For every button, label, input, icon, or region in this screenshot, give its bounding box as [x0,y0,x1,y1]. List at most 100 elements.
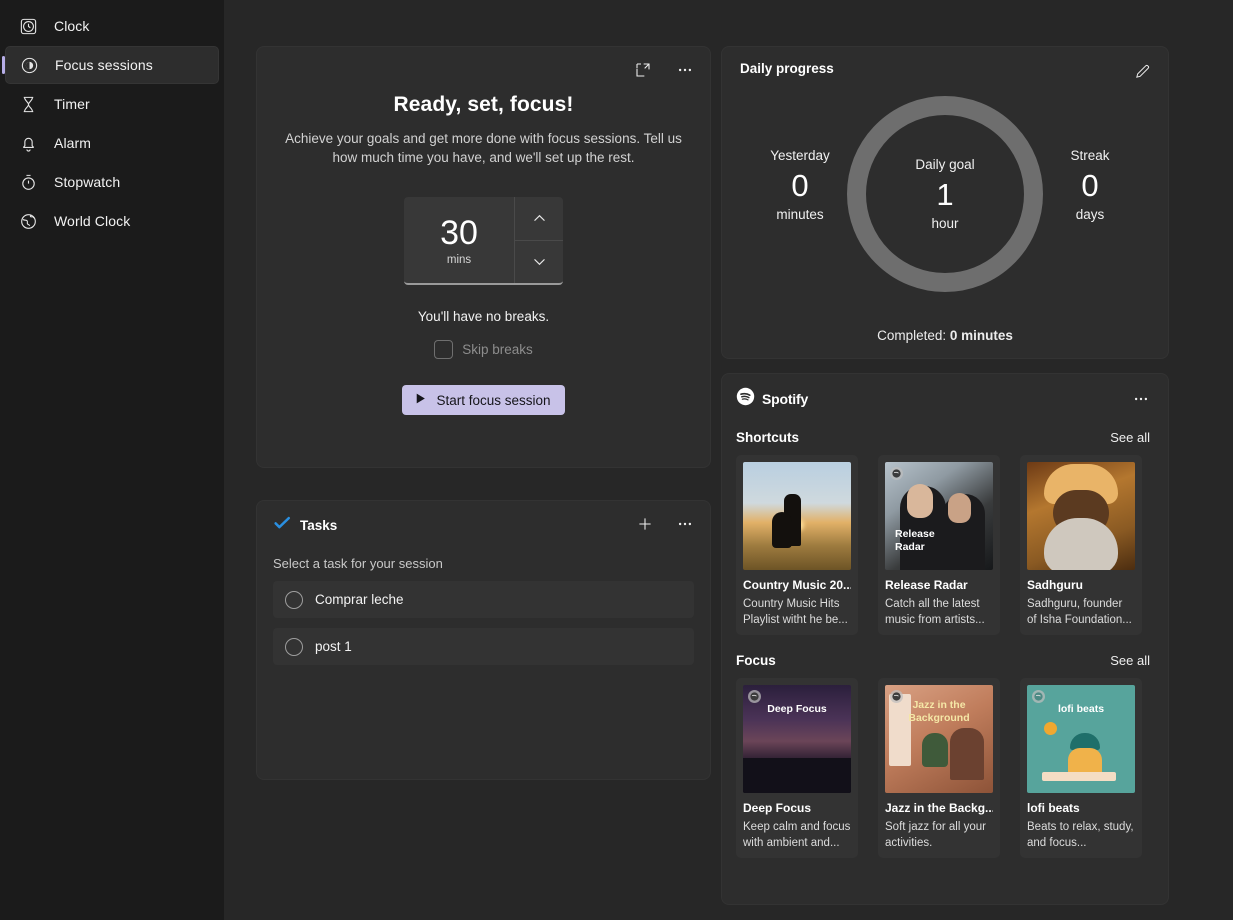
artwork-text: Deep Focus [767,703,827,715]
start-focus-session-button[interactable]: Start focus session [402,385,565,415]
artwork-text: Jazz in the Background [908,699,970,724]
playlist-title: Deep Focus [743,801,812,815]
playlist-description: Sadhguru, founder of Isha Foundation... [1027,598,1132,626]
hourglass-icon [17,93,39,115]
sidebar-navigation: Clock Focus sessions Timer Alarm Stopwat… [0,0,224,920]
spotify-badge-icon [748,690,761,703]
skip-breaks-row[interactable]: Skip breaks [273,340,694,359]
daily-goal-stat: Daily goal 1 hour [847,96,1043,292]
duration-value: 30 [440,213,478,252]
sidebar-item-label: Focus sessions [55,57,153,73]
sidebar-item-stopwatch[interactable]: Stopwatch [5,163,219,201]
playlist-artwork [1027,462,1135,570]
shortcuts-title: Shortcuts [736,430,800,445]
playlist-description: Beats to relax, study, and focus... [1027,821,1134,849]
shortcuts-section-header: Shortcuts See all [736,430,1154,445]
focus-sessions-icon [18,54,40,76]
play-icon [414,392,427,408]
spotify-badge-icon [890,467,903,480]
chevron-up-icon[interactable] [515,197,563,240]
playlist-tile[interactable]: lofi beats lofi beats Beats to relax, st… [1020,678,1142,858]
playlist-artwork: Deep Focus [743,685,851,793]
tasks-card: Tasks Select a task for your session Com… [256,500,711,780]
focus-card-subtitle: Achieve your goals and get more done wit… [285,131,682,165]
mini-view-icon[interactable] [630,57,656,83]
playlist-tile[interactable]: Sadhguru Sadhguru, founder of Isha Found… [1020,455,1142,635]
sidebar-item-label: Stopwatch [54,174,121,190]
clock-app-window: Clock Focus sessions Timer Alarm Stopwat… [0,0,1233,920]
globe-icon [17,210,39,232]
focus-see-all-link[interactable]: See all [1110,653,1150,668]
completed-prefix: Completed: [877,328,950,343]
tasks-header: Tasks [273,513,694,537]
shortcuts-see-all-link[interactable]: See all [1110,430,1150,445]
playlist-tile[interactable]: Jazz in the Background Jazz in the Backg… [878,678,1000,858]
stopwatch-icon [17,171,39,193]
completed-value: 0 minutes [949,328,1013,343]
playlist-artwork: lofi beats [1027,685,1135,793]
tasks-hint: Select a task for your session [273,556,443,571]
playlist-title: Country Music 20... [743,578,851,592]
shortcuts-tiles: Country Music 20... Country Music Hits P… [736,455,1154,635]
daily-progress-card: Daily progress Daily goal 1 hour Yesterd… [721,46,1169,359]
more-options-icon[interactable] [672,57,698,83]
streak-label: Streak [1070,148,1110,163]
sidebar-item-label: Clock [54,18,90,34]
main-content: Ready, set, focus! Achieve your goals an… [224,0,1233,920]
sidebar-item-world-clock[interactable]: World Clock [5,202,219,240]
focus-tiles: Deep Focus Deep Focus Keep calm and focu… [736,678,1154,858]
playlist-artwork: Release Radar [885,462,993,570]
playlist-artwork: Jazz in the Background [885,685,993,793]
playlist-description: Country Music Hits Playlist witht he be.… [743,598,848,626]
tasks-actions [632,511,698,537]
spotify-badge-icon [1032,690,1045,703]
streak-stat: Streak 0 days [1030,148,1150,222]
duration-value-group: 30 mins [404,197,515,283]
focus-card-tools [630,57,698,83]
streak-unit: days [1075,207,1105,222]
playlist-artwork [743,462,851,570]
more-options-icon[interactable] [1128,386,1154,412]
playlist-tile[interactable]: Release Radar Release Radar Catch all th… [878,455,1000,635]
duration-unit: mins [446,253,472,266]
playlist-tile[interactable]: Deep Focus Deep Focus Keep calm and focu… [736,678,858,858]
playlist-description: Keep calm and focus with ambient and... [743,821,851,849]
chevron-down-icon[interactable] [515,239,563,284]
sidebar-item-alarm[interactable]: Alarm [5,124,219,162]
sidebar-item-timer[interactable]: Timer [5,85,219,123]
task-checkbox-icon[interactable] [285,590,303,609]
spotify-logo-text: Spotify [762,391,809,407]
artwork-text: lofi beats [1057,703,1105,715]
duration-stepper[interactable]: 30 mins [404,197,563,285]
todo-check-icon [273,514,291,537]
playlist-title: Jazz in the Backg... [885,801,993,815]
spotify-card: Spotify Shortcuts See all Country Music … [721,373,1169,905]
skip-breaks-label: Skip breaks [462,342,533,357]
daily-goal-value: 1 [936,177,954,212]
sidebar-item-focus-sessions[interactable]: Focus sessions [2,46,219,84]
bell-icon [17,132,39,154]
sidebar-item-label: Alarm [54,135,92,151]
streak-value: 0 [1081,168,1099,203]
skip-breaks-checkbox[interactable] [434,340,454,359]
sidebar-item-label: Timer [54,96,90,112]
playlist-title: lofi beats [1027,801,1080,815]
daily-progress-ring-area: Daily goal 1 hour Yesterday 0 minutes St… [740,80,1150,326]
playlist-tile[interactable]: Country Music 20... Country Music Hits P… [736,455,858,635]
playlist-description: Soft jazz for all your activities. [885,821,986,849]
yesterday-value: 0 [791,168,809,203]
breaks-status-text: You'll have no breaks. [417,309,550,324]
task-list-item[interactable]: post 1 [273,628,694,665]
focus-title: Focus [736,653,776,668]
task-list-item[interactable]: Comprar leche [273,581,694,618]
sidebar-item-clock[interactable]: Clock [5,7,219,45]
tasks-title: Tasks [300,517,338,533]
start-button-row: Start focus session [273,385,694,415]
sidebar-item-label: World Clock [54,213,131,229]
task-label: post 1 [315,639,352,654]
task-checkbox-icon[interactable] [285,637,303,656]
plus-icon[interactable] [632,511,658,537]
spotify-header: Spotify [736,386,1154,412]
left-column: Ready, set, focus! Achieve your goals an… [256,46,711,920]
more-options-icon[interactable] [672,511,698,537]
